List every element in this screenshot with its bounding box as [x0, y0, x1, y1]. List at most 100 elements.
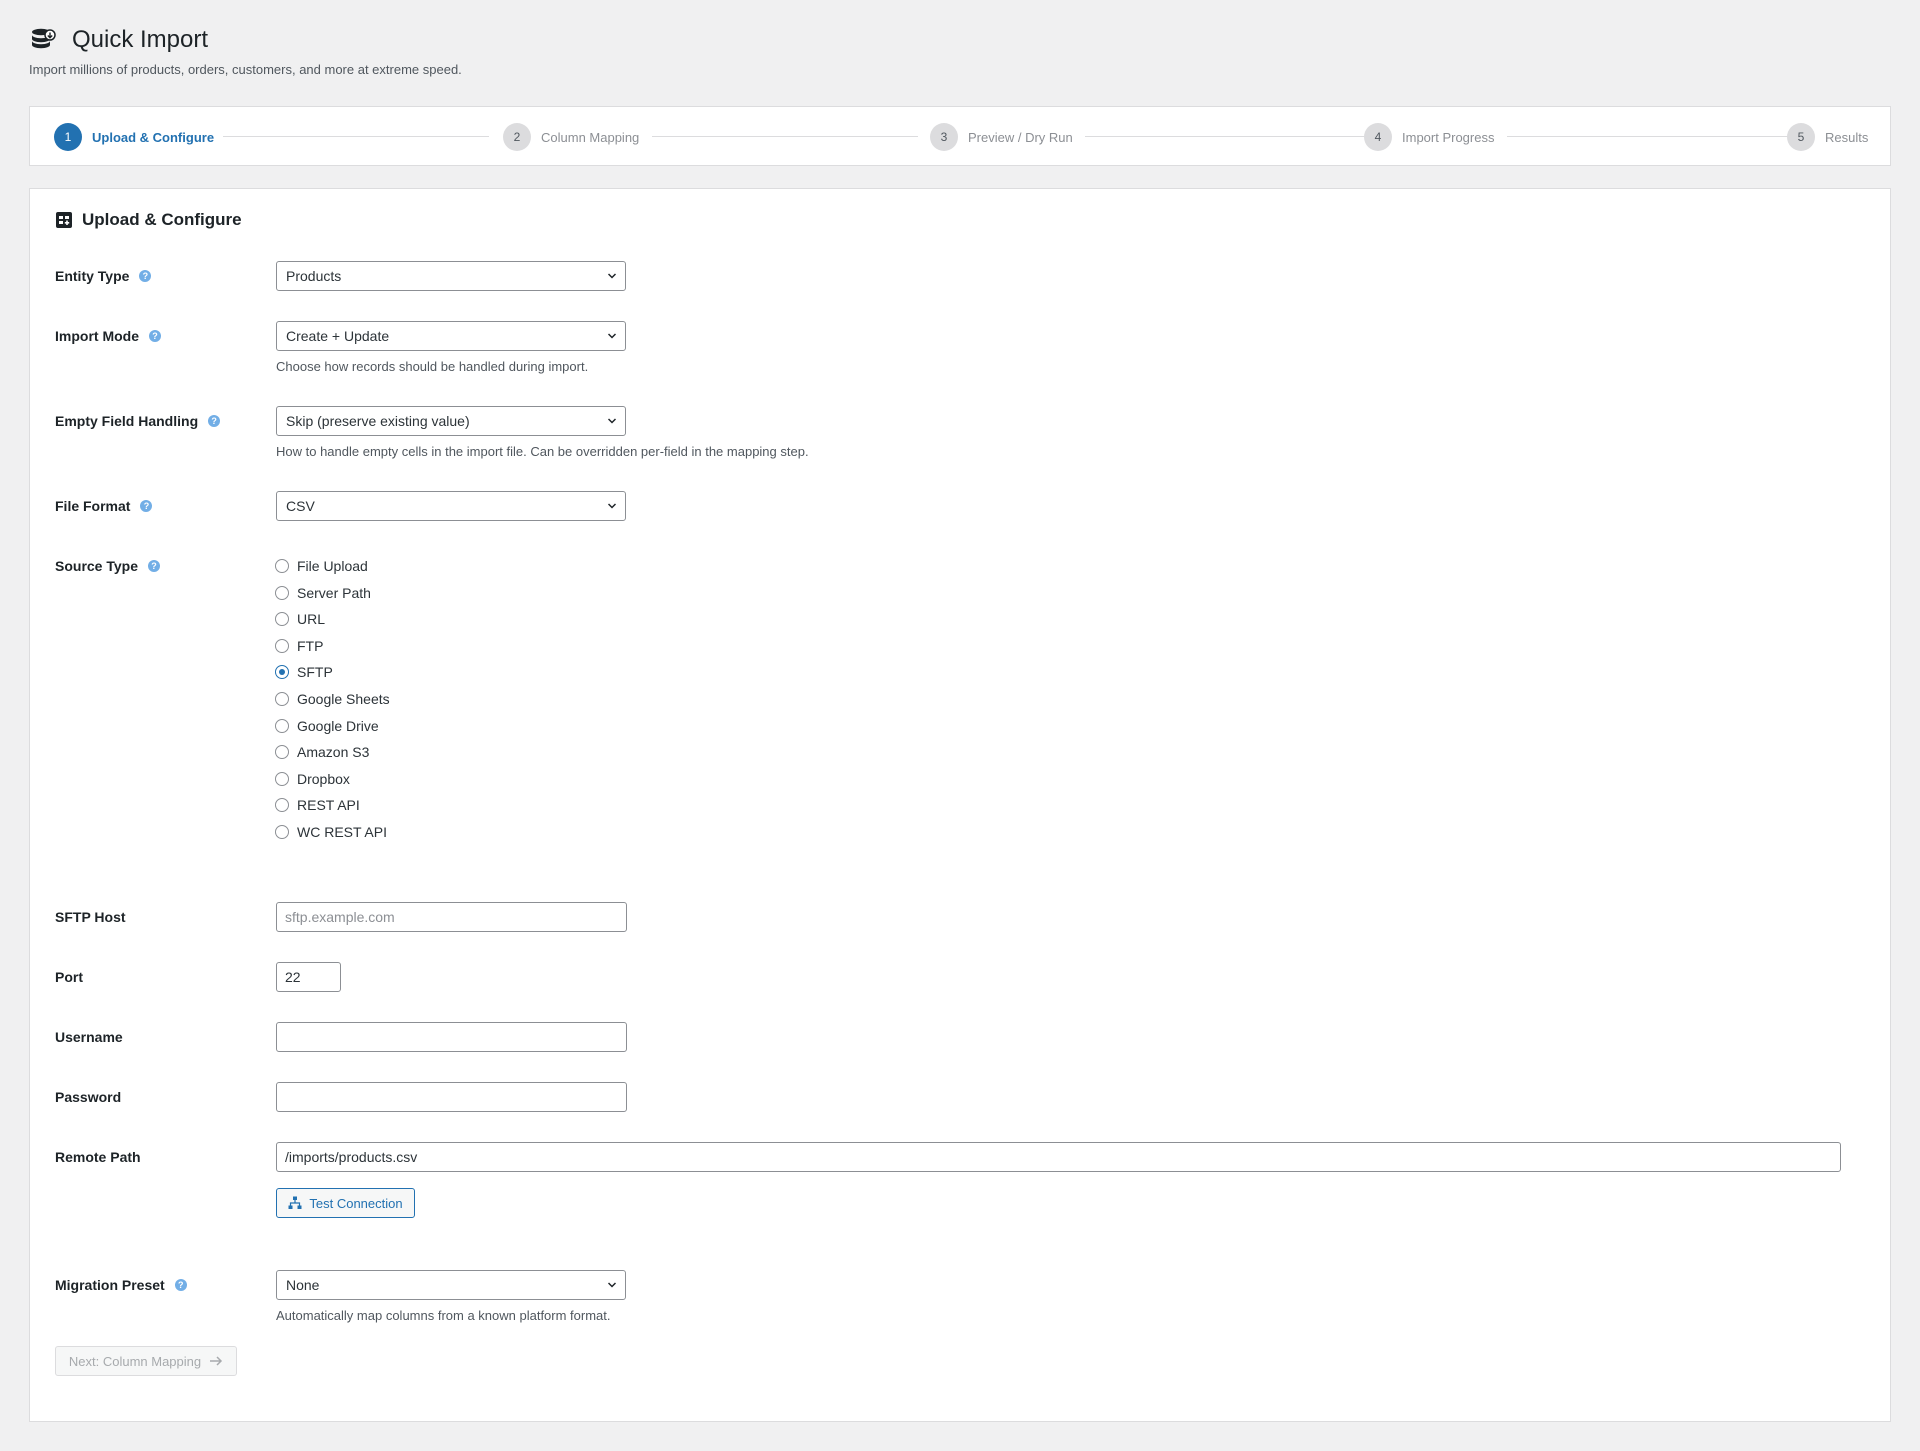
source-type-option-label: Amazon S3 [297, 744, 370, 760]
username-label: Username [55, 1029, 123, 1045]
sftp-host-input[interactable] [276, 902, 627, 932]
radio-button[interactable] [275, 798, 289, 812]
step-column-mapping[interactable]: 2 Column Mapping [503, 123, 639, 151]
source-type-label: Source Type ? [55, 551, 160, 581]
source-type-option[interactable]: Google Drive [275, 716, 379, 736]
arrow-right-icon [210, 1356, 223, 1366]
help-icon[interactable]: ? [148, 560, 160, 572]
step-connector [1085, 136, 1381, 137]
radio-button[interactable] [275, 612, 289, 626]
entity-type-label: Entity Type ? [55, 261, 152, 291]
source-type-option-label: URL [297, 611, 326, 627]
chevron-down-icon [608, 1282, 616, 1288]
source-type-option-label: Dropbox [297, 771, 350, 787]
source-type-option-label: WC REST API [297, 824, 387, 840]
file-format-select[interactable]: CSV [276, 491, 626, 521]
help-icon[interactable]: ? [174, 1279, 187, 1291]
empty-field-handling-label-text: Empty Field Handling [55, 413, 199, 429]
page-subtitle: Import millions of products, orders, cus… [29, 62, 462, 77]
migration-preset-label: Migration Preset ? [55, 1270, 187, 1300]
source-type-option-label: Google Drive [297, 718, 379, 734]
port-label: Port [55, 969, 83, 985]
next-button-label: Next: Column Mapping [68, 1353, 202, 1369]
source-type-option[interactable]: SFTP [275, 662, 333, 682]
network-icon [288, 1196, 302, 1209]
source-type-option-label: SFTP [297, 664, 333, 680]
help-icon[interactable]: ? [140, 500, 153, 512]
source-type-label-text: Source Type [55, 558, 138, 574]
source-type-option-label: Server Path [297, 585, 371, 601]
import-stepper: 1 Upload & Configure 2 Column Mapping 3 … [29, 106, 1891, 166]
source-type-option[interactable]: Google Sheets [275, 689, 390, 709]
username-input[interactable] [276, 1022, 627, 1052]
radio-button[interactable] [275, 772, 289, 786]
import-mode-select[interactable]: Create + Update [276, 321, 626, 351]
step-number: 3 [930, 123, 958, 151]
radio-button[interactable] [275, 665, 289, 679]
radio-button[interactable] [275, 559, 289, 573]
remote-path-label: Remote Path [55, 1149, 141, 1165]
chevron-down-icon [608, 333, 616, 339]
chevron-down-icon [608, 418, 616, 424]
radio-button[interactable] [275, 639, 289, 653]
step-label: Upload & Configure [92, 129, 215, 145]
migration-preset-select[interactable]: None [276, 1270, 626, 1300]
step-connector [223, 136, 489, 137]
radio-button[interactable] [275, 745, 289, 759]
card-header: Upload & Configure [56, 210, 242, 230]
table-icon [56, 212, 72, 228]
help-icon[interactable]: ? [149, 330, 161, 342]
source-type-option[interactable]: FTP [275, 636, 323, 656]
source-type-option[interactable]: REST API [275, 795, 360, 815]
password-input[interactable] [276, 1082, 627, 1112]
import-mode-value: Create + Update [286, 328, 390, 344]
source-type-option[interactable]: WC REST API [275, 822, 387, 842]
step-label: Import Progress [1402, 129, 1495, 145]
step-number: 2 [503, 123, 531, 151]
entity-type-select[interactable]: Products [276, 261, 626, 291]
sftp-host-label: SFTP Host [55, 909, 126, 925]
chevron-down-icon [608, 273, 616, 279]
file-format-label-text: File Format [55, 498, 131, 514]
source-type-option[interactable]: URL [275, 609, 325, 629]
page-header: Quick Import [30, 26, 208, 54]
help-icon[interactable]: ? [208, 415, 221, 427]
test-connection-button[interactable]: Test Connection [276, 1188, 415, 1218]
file-format-label: File Format ? [55, 491, 153, 521]
upload-configure-card: Upload & Configure Entity Type ? Product… [29, 188, 1891, 1422]
step-upload-configure[interactable]: 1 Upload & Configure [54, 123, 214, 151]
step-number: 4 [1364, 123, 1392, 151]
migration-preset-description: Automatically map columns from a known p… [276, 1308, 611, 1323]
radio-button[interactable] [275, 825, 289, 839]
remote-path-input[interactable] [276, 1142, 1841, 1172]
test-connection-label: Test Connection [309, 1195, 403, 1211]
step-results[interactable]: 5 Results [1787, 123, 1868, 151]
step-label: Column Mapping [541, 129, 640, 145]
radio-button[interactable] [275, 719, 289, 733]
port-input[interactable] [276, 962, 341, 992]
chevron-down-icon [608, 503, 616, 509]
source-type-option[interactable]: Dropbox [275, 769, 350, 789]
import-mode-label-text: Import Mode [55, 328, 139, 344]
step-number: 5 [1787, 123, 1815, 151]
source-type-option-label: Google Sheets [297, 691, 390, 707]
source-type-option[interactable]: Server Path [275, 583, 371, 603]
empty-field-handling-select[interactable]: Skip (preserve existing value) [276, 406, 626, 436]
next-column-mapping-button[interactable]: Next: Column Mapping [55, 1346, 237, 1376]
entity-type-label-text: Entity Type [55, 268, 130, 284]
radio-button[interactable] [275, 692, 289, 706]
source-type-option-label: File Upload [297, 558, 368, 574]
step-label: Results [1825, 129, 1869, 145]
migration-preset-label-text: Migration Preset [55, 1277, 165, 1293]
file-format-value: CSV [286, 498, 315, 514]
help-icon[interactable]: ? [139, 270, 152, 282]
source-type-option[interactable]: Amazon S3 [275, 742, 369, 762]
source-type-option-label: FTP [297, 638, 324, 654]
radio-button[interactable] [275, 586, 289, 600]
step-import-progress[interactable]: 4 Import Progress [1364, 123, 1494, 151]
source-type-option[interactable]: File Upload [275, 556, 368, 576]
entity-type-value: Products [286, 268, 342, 284]
card-title: Upload & Configure [82, 210, 242, 229]
import-mode-description: Choose how records should be handled dur… [276, 359, 589, 374]
step-preview-dry-run[interactable]: 3 Preview / Dry Run [930, 123, 1073, 151]
